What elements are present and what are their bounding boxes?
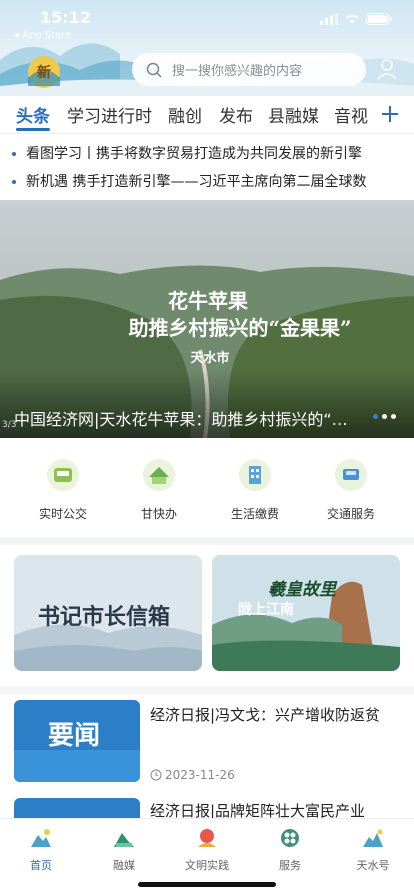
civilization-icon (198, 829, 216, 847)
app-header: 15:12 ◂ App Store 新 搜一搜你感兴趣的内容 (0, 0, 414, 96)
ticker-item[interactable]: 看图学习丨携手将数字贸易打造成为共同发展的新引擎 (12, 143, 412, 163)
wifi-icon (345, 14, 359, 24)
bus-icon (47, 459, 79, 491)
category-tabs: 头条 学习进行时 融创 发布 县融媒 音视 (0, 96, 414, 134)
search-icon (146, 62, 162, 78)
logo-icon: 新 (28, 56, 60, 88)
news-date-text: 2023-11-26 (165, 768, 235, 782)
card-brush-calligraphy: 羲皇故里 (268, 580, 336, 600)
signal-icon (320, 13, 338, 25)
nav-label: 首页 (30, 859, 52, 872)
carousel-dot (373, 414, 378, 419)
ticker-text: 新机遇 携手打造新引擎——习近平主席向第二届全球数 (26, 174, 367, 190)
banner-counter: 3/3 (2, 420, 17, 430)
search-bar[interactable]: 搜一搜你感兴趣的内容 (132, 53, 366, 86)
nav-services[interactable]: 服务 (255, 827, 325, 873)
building-icon (239, 459, 271, 491)
search-placeholder: 搜一搜你感兴趣的内容 (172, 64, 303, 79)
nav-label: 服务 (279, 859, 301, 872)
banner-overlay-line2: 助推乡村振兴的“金果果” (128, 316, 351, 340)
service-utility-payment[interactable]: 生活缴费 (210, 457, 300, 522)
card-longshang-jiangnan[interactable]: 羲皇故里 陇上江南 (212, 555, 400, 671)
banner-overlay-line1: 花牛苹果 (168, 289, 248, 313)
tab-headlines[interactable]: 头条 (16, 102, 50, 127)
home-indicator (138, 882, 276, 887)
service-label: 交通服务 (326, 507, 375, 521)
hero-banner[interactable]: 花牛苹果 助推乡村振兴的“金果果” 天水市 中国经济网|天水花牛苹果：助推乡村振… (0, 200, 414, 438)
logo-char: 新 (37, 64, 51, 81)
tab-county-media[interactable]: 县融媒 (268, 102, 319, 127)
nav-civilization-practice[interactable]: 文明实践 (172, 827, 242, 873)
news-title: 经济日报|冯文戈：兴产增收防返贫 (150, 706, 381, 724)
nav-home[interactable]: 首页 (6, 827, 76, 873)
carousel-dots[interactable] (373, 414, 396, 419)
tianshui-icon (363, 829, 383, 847)
car-icon (335, 459, 367, 491)
news-date: 2023-11-26 (150, 768, 235, 782)
app-logo[interactable]: 新 (24, 52, 64, 90)
banner-caption: 中国经济网|天水花牛苹果：助推乡村振兴的“… (14, 410, 348, 429)
section-divider (0, 537, 414, 545)
nav-label: 融媒 (113, 859, 135, 872)
tab-release[interactable]: 发布 (219, 102, 253, 127)
plus-icon (382, 106, 398, 122)
bullet-dot-icon (12, 152, 16, 156)
service-label: 实时公交 (38, 507, 87, 521)
office-icon (143, 459, 175, 491)
service-icon (281, 829, 299, 847)
banner-landscape-image: 花牛苹果 助推乡村振兴的“金果果” 天水市 (0, 200, 414, 438)
nav-label: 文明实践 (185, 859, 229, 872)
clock-icon (150, 769, 162, 781)
nav-label: 天水号 (356, 859, 390, 872)
service-traffic[interactable]: 交通服务 (306, 457, 396, 522)
service-label: 甘快办 (140, 507, 177, 521)
service-realtime-bus[interactable]: 实时公交 (18, 457, 108, 522)
status-icons (320, 13, 392, 25)
nav-media[interactable]: 融媒 (89, 827, 159, 873)
back-to-app-store-link[interactable]: ◂ App Store (14, 30, 71, 41)
home-icon (31, 829, 51, 847)
status-time: 15:12 (40, 8, 91, 27)
carousel-dot (391, 414, 396, 419)
service-label: 生活缴费 (230, 507, 279, 521)
section-divider (0, 686, 414, 694)
news-ticker: 看图学习丨携手将数字贸易打造成为共同发展的新引擎 新机遇 携手打造新引擎——习近… (0, 135, 414, 201)
bullet-dot-icon (12, 180, 16, 184)
ticker-text: 看图学习丨携手将数字贸易打造成为共同发展的新引擎 (26, 146, 362, 162)
banner-overlay-line3: 天水市 (190, 350, 229, 366)
news-thumbnail-label: 要闻 (48, 721, 100, 751)
card-mayor-mailbox[interactable]: 书记市长信箱 (14, 555, 202, 671)
media-icon (114, 833, 134, 847)
service-gankuaiban[interactable]: 甘快办 (114, 457, 204, 522)
quick-services: 实时公交 甘快办 生活缴费 交通服务 (0, 445, 414, 535)
user-profile-icon[interactable] (376, 58, 398, 80)
card-mailbox-title: 书记市长信箱 (38, 604, 171, 630)
carousel-dot (382, 414, 387, 419)
tab-integration[interactable]: 融创 (168, 102, 202, 127)
card-jiangnan-title: 陇上江南 (238, 602, 294, 618)
add-tab-button[interactable] (374, 98, 406, 130)
nav-tianshui-account[interactable]: 天水号 (338, 827, 408, 873)
active-tab-indicator (16, 128, 50, 131)
tab-audio-video[interactable]: 音视 (334, 102, 368, 127)
ticker-item[interactable]: 新机遇 携手打造新引擎——习近平主席向第二届全球数 (12, 171, 412, 191)
tab-learning[interactable]: 学习进行时 (67, 102, 152, 127)
battery-icon (366, 13, 392, 25)
news-thumbnail (14, 798, 140, 818)
news-thumbnail: 要闻 (14, 700, 140, 782)
